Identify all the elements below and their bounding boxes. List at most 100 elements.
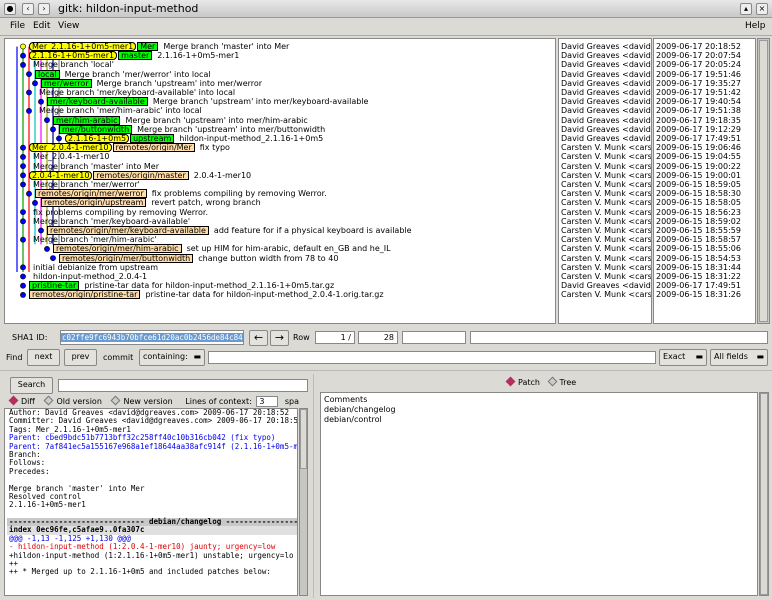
diff-scrollbar[interactable] (299, 408, 308, 596)
commit-author[interactable]: Carsten V. Munk <carste (559, 208, 651, 217)
old-version-radio[interactable]: Old version (44, 395, 102, 406)
commit-author[interactable]: Carsten V. Munk <carste (559, 152, 651, 161)
commit-date[interactable]: 2009-06-15 18:55:06 (654, 244, 741, 253)
commit-date[interactable]: 2009-06-17 20:18:52 (654, 42, 741, 51)
context-spinbox[interactable]: 3 (256, 396, 279, 407)
commit-author[interactable]: David Greaves <david@ (559, 116, 651, 125)
commit-date[interactable]: 2009-06-17 19:51:46 (654, 70, 741, 79)
exact-dropdown[interactable]: Exact ▬ (659, 349, 707, 366)
tree-radio[interactable]: Tree (547, 376, 576, 387)
commit-row[interactable]: 2.1.16-1+0m5 upstream hildon-input-method_… (65, 134, 323, 143)
menu-edit[interactable]: Edit (33, 21, 50, 31)
menu-file[interactable]: File (10, 21, 25, 31)
back-button[interactable]: ← (249, 330, 268, 346)
commit-row[interactable]: Merge branch 'mer/keyboard-available' (29, 217, 190, 226)
commit-author[interactable]: Carsten V. Munk <carste (559, 143, 651, 152)
commit-author[interactable]: David Greaves <david@ (559, 97, 651, 106)
maximize-icon[interactable]: › (38, 3, 50, 15)
scrollbar-thumb[interactable] (759, 40, 768, 322)
file-list-item[interactable]: debian/changelog (324, 405, 754, 415)
search-button[interactable]: Search (10, 377, 53, 394)
commit-row[interactable]: Mer_2.0.4-1-mer10 remotes/origin/Mer fix t… (29, 143, 230, 153)
commit-row[interactable]: local Merge branch 'mer/werror' into loca… (35, 69, 211, 79)
commit-author[interactable]: Carsten V. Munk <carste (559, 235, 651, 244)
commit-author[interactable]: Carsten V. Munk <carste (559, 171, 651, 180)
close-icon[interactable]: × (756, 3, 768, 15)
commit-author[interactable]: David Greaves <david@ (559, 42, 651, 51)
sha-field[interactable]: c02ffe9fc6943b70bfce61d20ac0b2456de84c84 (60, 330, 244, 345)
commit-row[interactable]: Merge branch 'mer/him-arabic' (29, 235, 157, 244)
branch-label[interactable]: remotes/origin/Mer (112, 143, 195, 153)
branch-label[interactable]: remotes/origin/mer/werror (35, 189, 147, 199)
commit-author[interactable]: Carsten V. Munk <carste (559, 263, 651, 272)
file-list-item[interactable]: Comments (324, 395, 754, 405)
commit-author[interactable]: David Greaves <david@ (559, 88, 651, 97)
commit-row[interactable]: Merge branch 'mer/keyboard-available' in… (35, 88, 235, 97)
commit-date[interactable]: 2009-06-15 18:31:22 (654, 272, 741, 281)
commit-row[interactable]: remotes/origin/pristine-tar pristine-tar … (29, 290, 384, 300)
commit-row[interactable]: Mer_2.1.16-1+0m5-mer1 Mer Merge branch 'ma… (29, 42, 289, 51)
commit-row[interactable]: mer/buttonwidth Merge branch 'upstream' i… (59, 124, 325, 134)
date-column[interactable]: 2009-06-17 20:18:52 2009-06-17 20:07:54 20… (653, 38, 756, 324)
commit-row[interactable]: remotes/origin/mer/him-arabic set up HIM … (53, 244, 391, 254)
new-version-radio[interactable]: New version (111, 395, 173, 406)
patch-radio[interactable]: Patch (505, 376, 540, 387)
branch-label[interactable]: mer/keyboard-available (47, 97, 148, 107)
tag-label[interactable]: Mer_2.1.16-1+0m5-mer1 (29, 42, 137, 51)
branch-label[interactable]: pristine-tar (29, 281, 80, 291)
commit-author[interactable]: David Greaves <david@ (559, 106, 651, 115)
commit-author[interactable]: David Greaves <david@ (559, 125, 651, 134)
pane-divider[interactable] (0, 370, 772, 371)
commit-row[interactable]: 2.0.4-1-mer10 remotes/origin/master 2.0.4-… (29, 170, 251, 180)
commit-date[interactable]: 2009-06-15 18:58:30 (654, 189, 741, 198)
branch-label[interactable]: remotes/origin/mer/him-arabic (53, 244, 182, 254)
commit-date[interactable]: 2009-06-17 19:35:27 (654, 79, 741, 88)
commit-date[interactable]: 2009-06-17 19:12:29 (654, 125, 741, 134)
commit-author[interactable]: Carsten V. Munk <carste (559, 226, 651, 235)
branch-label[interactable]: mer/him-arabic (53, 115, 121, 125)
commit-date[interactable]: 2009-06-15 18:58:05 (654, 198, 741, 207)
file-list[interactable]: Comments debian/changelog debian/control (320, 392, 758, 596)
window-menu-icon[interactable]: ● (4, 3, 16, 15)
tag-label[interactable]: 2.1.16-1+0m5-mer1 (29, 51, 118, 61)
containing-dropdown[interactable]: containing: ▬ (139, 349, 205, 366)
forward-button[interactable]: → (270, 330, 289, 346)
commit-date[interactable]: 2009-06-15 19:00:22 (654, 162, 741, 171)
commit-row[interactable]: Merge branch 'mer/werror' (29, 180, 140, 189)
diff-view[interactable]: Author: David Greaves <david@dgreaves.co… (4, 408, 298, 596)
find-next-button[interactable]: next (27, 349, 60, 366)
commit-date[interactable]: 2009-06-17 19:40:54 (654, 97, 741, 106)
branch-label[interactable]: mer/werror (41, 78, 92, 88)
commit-author[interactable]: David Greaves <david@ (559, 51, 651, 60)
commit-author[interactable]: Carsten V. Munk <carste (559, 180, 651, 189)
commit-row[interactable]: hildon-input-method_2.0.4-1 (29, 272, 147, 281)
commit-date[interactable]: 2009-06-15 19:00:01 (654, 171, 741, 180)
commit-row[interactable]: initial debianize from upstream (29, 263, 158, 272)
commit-row[interactable]: Merge branch 'master' into Mer (29, 162, 159, 171)
scrollbar-thumb[interactable] (760, 393, 768, 595)
tag-label[interactable]: Mer_2.0.4-1-mer10 (29, 143, 112, 153)
commit-row[interactable]: remotes/origin/upstream revert patch, wro… (41, 198, 261, 208)
minimize-icon[interactable]: ‹ (22, 3, 34, 15)
branch-label[interactable]: upstream (130, 134, 175, 143)
branch-label[interactable]: remotes/origin/mer/buttonwidth (59, 253, 194, 263)
commit-row[interactable]: 2.1.16-1+0m5-mer1 master 2.1.16-1+0m5-mer1 (29, 51, 239, 61)
commit-author[interactable]: David Greaves <david@ (559, 60, 651, 69)
commit-date[interactable]: 2009-06-17 19:51:38 (654, 106, 741, 115)
branch-label[interactable]: master (118, 51, 153, 61)
commit-date[interactable]: 2009-06-17 20:07:54 (654, 51, 741, 60)
file-list-item[interactable]: debian/control (324, 415, 754, 425)
commit-date[interactable]: 2009-06-17 17:49:51 (654, 281, 741, 290)
commit-author[interactable]: David Greaves <david@ (559, 79, 651, 88)
commit-graph-pane[interactable]: Mer_2.1.16-1+0m5-mer1 Mer Merge branch 'ma… (4, 38, 556, 324)
commit-date[interactable]: 2009-06-15 18:58:57 (654, 235, 741, 244)
commit-author[interactable]: Carsten V. Munk <carste (559, 162, 651, 171)
commit-author[interactable]: Carsten V. Munk <carste (559, 290, 651, 299)
commit-row[interactable]: fix problems compiling by removing Werro… (29, 208, 208, 217)
commit-row[interactable]: pristine-tar pristine-tar data for hildon… (29, 281, 334, 291)
commit-row[interactable]: mer/werror Merge branch 'upstream' into m… (41, 78, 262, 88)
commit-row[interactable]: remotes/origin/mer/werror fix problems co… (35, 189, 327, 199)
file-list-scrollbar[interactable] (759, 392, 769, 596)
shade-icon[interactable]: ▴ (740, 3, 752, 15)
commit-row[interactable]: remotes/origin/mer/keyboard-available add… (47, 226, 412, 235)
